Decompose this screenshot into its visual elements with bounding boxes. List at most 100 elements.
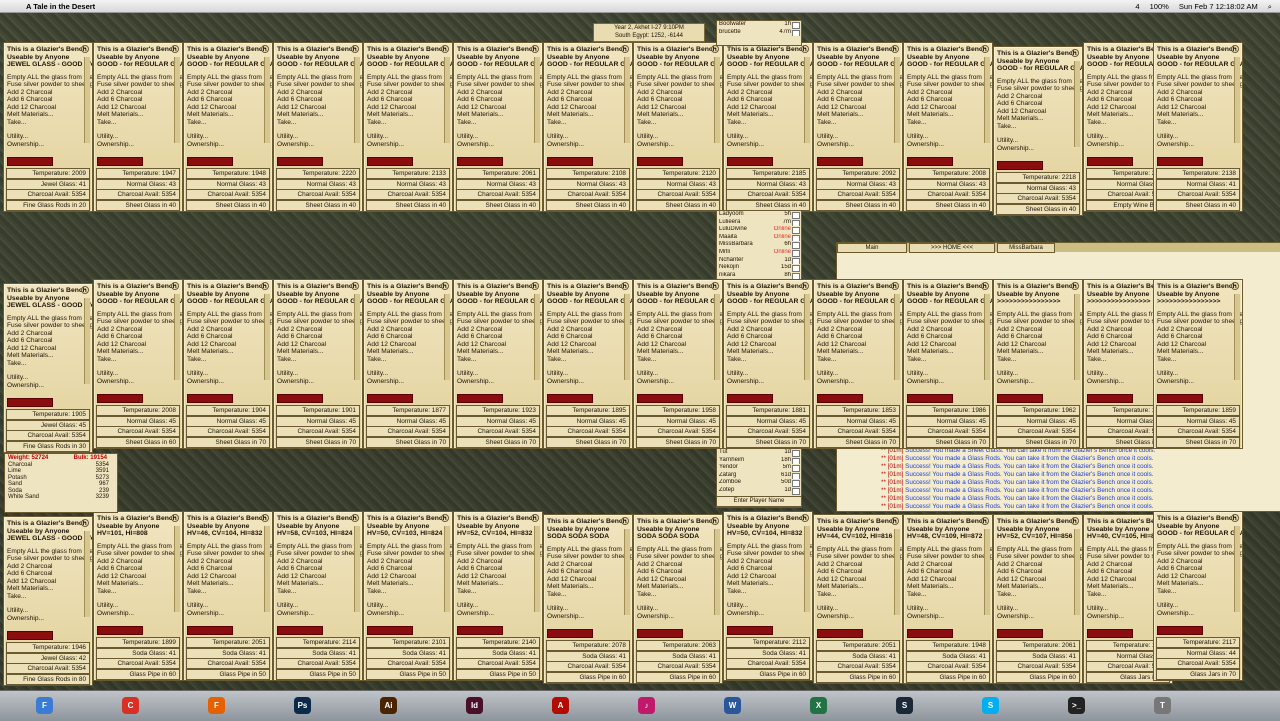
utility-option[interactable]: Utility... <box>817 133 902 141</box>
utility-option[interactable]: Utility... <box>907 133 992 141</box>
player-row[interactable]: Nchanter 1d <box>717 257 801 265</box>
add-2-charcoal-option[interactable]: Add 2 Charcoal <box>7 563 92 571</box>
player-row[interactable]: Maaita Online <box>717 234 801 242</box>
add-12-charcoal-option[interactable]: Add 12 Charcoal <box>817 576 902 584</box>
utility-option[interactable]: Utility... <box>817 370 902 378</box>
fuse-silver-option[interactable]: Fuse silver powder to sheet glass <box>547 318 632 326</box>
take-option[interactable]: Take... <box>997 356 1082 364</box>
fuse-silver-option[interactable]: Fuse silver powder to sheet glass <box>457 550 542 558</box>
ownership-option[interactable]: Ownership... <box>367 141 452 149</box>
ownership-option[interactable]: Ownership... <box>187 141 272 149</box>
player-checkbox[interactable] <box>792 487 800 495</box>
add-2-charcoal-option[interactable]: Add 2 Charcoal <box>547 326 632 334</box>
melt-materials-option[interactable]: Melt Materials... <box>817 583 902 591</box>
ownership-option[interactable]: Ownership... <box>997 613 1082 621</box>
ownership-option[interactable]: Ownership... <box>547 141 632 149</box>
melt-materials-option[interactable]: Melt Materials... <box>997 583 1082 591</box>
add-12-charcoal-option[interactable]: Add 12 Charcoal <box>457 341 542 349</box>
add-6-charcoal-option[interactable]: Add 6 Charcoal <box>187 96 272 104</box>
scrollbar[interactable] <box>1234 526 1240 612</box>
pin-icon[interactable]: • <box>1231 45 1239 53</box>
pin-icon[interactable]: • <box>711 45 719 53</box>
take-option[interactable]: Take... <box>1157 356 1242 364</box>
glazier-bench-window[interactable]: •This is a Glazier's BenchUseable by Any… <box>543 279 633 449</box>
player-checkbox[interactable] <box>792 249 800 257</box>
add-12-charcoal-option[interactable]: Add 12 Charcoal <box>727 341 812 349</box>
chrome-icon[interactable]: C <box>122 697 139 714</box>
fuse-silver-option[interactable]: Fuse silver powder to sheet glass <box>907 318 992 326</box>
ownership-option[interactable]: Ownership... <box>277 610 362 618</box>
add-2-charcoal-option[interactable]: Add 2 Charcoal <box>817 326 902 334</box>
add-12-charcoal-option[interactable]: Add 12 Charcoal <box>97 573 182 581</box>
pin-icon[interactable]: • <box>711 282 719 290</box>
fuse-silver-option[interactable]: Fuse silver powder to sheet glass <box>727 550 812 558</box>
take-option[interactable]: Take... <box>547 356 632 364</box>
player-checkbox[interactable] <box>792 29 800 37</box>
take-option[interactable]: Take... <box>817 119 902 127</box>
empty-glass-option[interactable]: Empty ALL the glass from the bench <box>367 74 452 82</box>
utility-option[interactable]: Utility... <box>97 133 182 141</box>
take-option[interactable]: Take... <box>7 360 92 368</box>
melt-materials-option[interactable]: Melt Materials... <box>187 111 272 119</box>
fuse-silver-option[interactable]: Fuse silver powder to sheet glass <box>727 81 812 89</box>
add-12-charcoal-option[interactable]: Add 12 Charcoal <box>277 341 362 349</box>
scrollbar[interactable] <box>174 57 180 143</box>
take-option[interactable]: Take... <box>277 356 362 364</box>
glazier-bench-window[interactable]: •This is a Glazier's BenchUseable by Any… <box>543 42 633 212</box>
empty-glass-option[interactable]: Empty ALL the glass from the bench <box>547 546 632 554</box>
add-2-charcoal-option[interactable]: Add 2 Charcoal <box>1157 326 1242 334</box>
add-2-charcoal-option[interactable]: Add 2 Charcoal <box>277 558 362 566</box>
ownership-option[interactable]: Ownership... <box>457 141 542 149</box>
player-row[interactable]: Nekojin 15d <box>717 264 801 272</box>
ownership-option[interactable]: Ownership... <box>727 141 812 149</box>
empty-glass-option[interactable]: Empty ALL the glass from the bench <box>457 311 542 319</box>
utility-option[interactable]: Utility... <box>997 605 1082 613</box>
pin-icon[interactable]: • <box>891 282 899 290</box>
melt-materials-option[interactable]: Melt Materials... <box>1157 580 1242 588</box>
add-2-charcoal-option[interactable]: Add 2 Charcoal <box>997 561 1082 569</box>
pin-icon[interactable]: • <box>441 514 449 522</box>
take-option[interactable]: Take... <box>457 588 542 596</box>
glazier-bench-window[interactable]: •This is a Glazier's BenchUseable by Any… <box>363 511 453 681</box>
take-option[interactable]: Take... <box>187 588 272 596</box>
player-checkbox[interactable] <box>792 265 800 272</box>
glazier-bench-window[interactable]: •This is a Glazier's BenchUseable by Any… <box>903 42 993 212</box>
glazier-bench-window[interactable]: •This is a Glazier's BenchUseable by Any… <box>1153 42 1243 212</box>
fuse-silver-option[interactable]: Fuse silver powder to sheet glass <box>817 318 902 326</box>
take-option[interactable]: Take... <box>547 591 632 599</box>
add-2-charcoal-option[interactable]: Add 2 Charcoal <box>457 89 542 97</box>
melt-materials-option[interactable]: Melt Materials... <box>637 583 722 591</box>
fuse-silver-option[interactable]: Fuse silver powder to sheet glass <box>817 81 902 89</box>
ownership-option[interactable]: Ownership... <box>907 141 992 149</box>
fuse-silver-option[interactable]: Fuse silver powder to sheet glass <box>7 555 92 563</box>
add-12-charcoal-option[interactable]: Add 12 Charcoal <box>727 573 812 581</box>
glazier-bench-window[interactable]: •This is a Glazier's BenchUseable by Any… <box>633 42 723 212</box>
tab-main[interactable]: Main <box>837 243 907 253</box>
status-count[interactable]: 4 <box>1135 2 1139 11</box>
glazier-bench-window[interactable]: •This is a Glazier's BenchUseable by Any… <box>903 279 993 449</box>
take-option[interactable]: Take... <box>817 356 902 364</box>
add-12-charcoal-option[interactable]: Add 12 Charcoal <box>637 104 722 112</box>
utility-option[interactable]: Utility... <box>727 370 812 378</box>
ownership-option[interactable]: Ownership... <box>7 615 92 623</box>
add-2-charcoal-option[interactable]: Add 2 Charcoal <box>97 326 182 334</box>
add-6-charcoal-option[interactable]: Add 6 Charcoal <box>997 333 1082 341</box>
glazier-bench-window[interactable]: •This is a Glazier's BenchUseable by Any… <box>183 511 273 681</box>
add-6-charcoal-option[interactable]: Add 6 Charcoal <box>277 96 362 104</box>
empty-glass-option[interactable]: Empty ALL the glass from the bench <box>817 311 902 319</box>
add-2-charcoal-option[interactable]: Add 2 Charcoal <box>97 89 182 97</box>
player-checkbox[interactable] <box>792 457 800 465</box>
add-12-charcoal-option[interactable]: Add 12 Charcoal <box>547 341 632 349</box>
ownership-option[interactable]: Ownership... <box>907 378 992 386</box>
glazier-bench-window[interactable]: •This is a Glazier's BenchUseable by Any… <box>453 42 543 212</box>
take-option[interactable]: Take... <box>907 119 992 127</box>
glazier-bench-window[interactable]: •This is a Glazier's BenchUseable by Any… <box>633 514 723 684</box>
add-6-charcoal-option[interactable]: Add 6 Charcoal <box>1157 565 1242 573</box>
ownership-option[interactable]: Ownership... <box>547 613 632 621</box>
add-2-charcoal-option[interactable]: Add 2 Charcoal <box>97 558 182 566</box>
ownership-option[interactable]: Ownership... <box>187 610 272 618</box>
utility-option[interactable]: Utility... <box>97 370 182 378</box>
fuse-silver-option[interactable]: Fuse silver powder to sheet glass <box>817 553 902 561</box>
scrollbar[interactable] <box>984 57 990 143</box>
add-6-charcoal-option[interactable]: Add 6 Charcoal <box>367 565 452 573</box>
